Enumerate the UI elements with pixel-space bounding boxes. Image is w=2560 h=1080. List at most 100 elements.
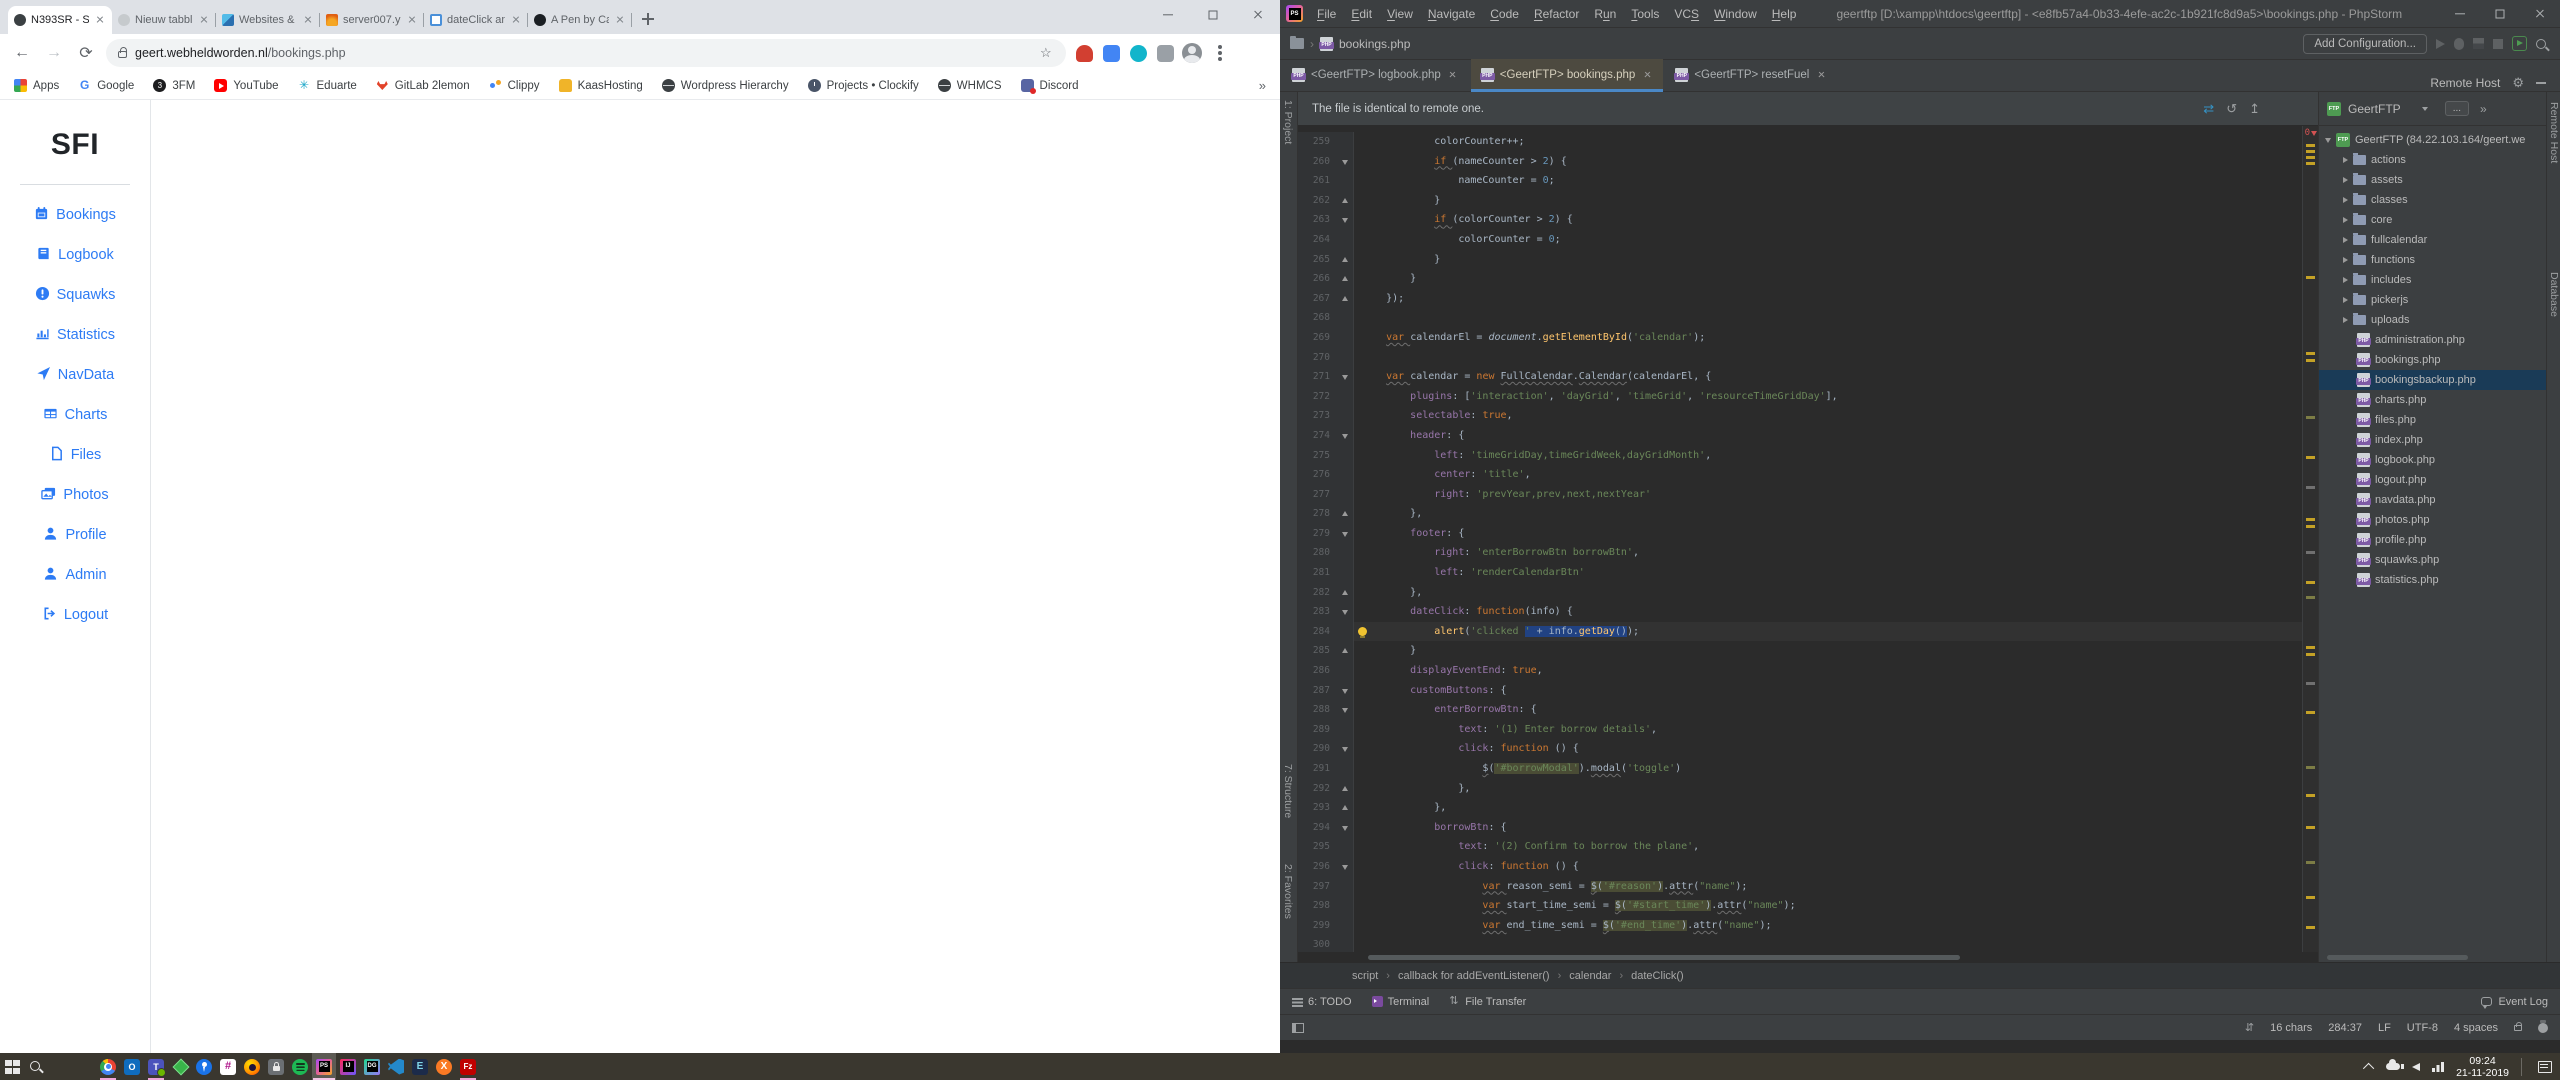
tree-file[interactable]: profile.php — [2319, 530, 2546, 550]
collapsed-arrow-icon[interactable] — [2343, 297, 2348, 303]
stripe-mark[interactable] — [2306, 646, 2315, 649]
bookmark-item[interactable]: YouTube — [214, 79, 278, 92]
breadcrumb-item[interactable]: callback for addEventListener() — [1398, 970, 1550, 982]
line-number[interactable]: 299 — [1298, 916, 1338, 936]
volume-icon[interactable] — [2412, 1063, 2420, 1071]
breadcrumb-item[interactable]: dateClick() — [1631, 970, 1684, 982]
tree-folder[interactable]: includes — [2319, 270, 2546, 290]
stripe-mark[interactable] — [2306, 456, 2315, 459]
menu-code[interactable]: Code — [1483, 7, 1526, 21]
fold-marker-icon[interactable] — [1338, 818, 1354, 838]
fold-marker-icon[interactable] — [1338, 739, 1354, 759]
line-number[interactable]: 290 — [1298, 739, 1338, 759]
search-taskbar-icon[interactable] — [24, 1053, 48, 1080]
tab-close-icon[interactable] — [94, 14, 106, 26]
code-line[interactable]: 260 if (nameCounter > 2) { — [1298, 152, 2302, 172]
status-item[interactable]: 4 spaces — [2454, 1022, 2498, 1034]
bookmark-item[interactable]: GGoogle — [78, 79, 134, 92]
line-number[interactable]: 282 — [1298, 583, 1338, 603]
upload-icon[interactable]: ↥ — [2249, 101, 2260, 117]
code-line[interactable]: 266 } — [1298, 269, 2302, 289]
debug-button[interactable] — [2454, 38, 2464, 50]
stripe-mark[interactable] — [2306, 156, 2315, 159]
chrome-taskbar-icon[interactable] — [96, 1053, 120, 1080]
status-item[interactable]: UTF-8 — [2407, 1022, 2438, 1034]
code-line[interactable]: 280 right: 'enterBorrowBtn borrowBtn', — [1298, 543, 2302, 563]
status-item[interactable]: 284:37 — [2328, 1022, 2362, 1034]
bookmark-item[interactable]: ✳Eduarte — [298, 79, 357, 92]
tree-file[interactable]: photos.php — [2319, 510, 2546, 530]
tab-close-icon[interactable] — [406, 14, 418, 26]
stripe-mark[interactable] — [2306, 525, 2315, 528]
fold-marker-icon[interactable] — [1338, 524, 1354, 544]
stripe-mark[interactable] — [2306, 896, 2315, 899]
tool-button-terminal[interactable]: Terminal — [1372, 996, 1430, 1008]
line-number[interactable]: 298 — [1298, 896, 1338, 916]
status-item[interactable]: LF — [2378, 1022, 2391, 1034]
slack-taskbar-icon[interactable]: # — [216, 1053, 240, 1080]
tree-root[interactable]: FTPGeertFTP (84.22.103.164/geert.we — [2319, 130, 2546, 150]
stop-button[interactable] — [2493, 39, 2503, 49]
new-tab-button[interactable] — [636, 7, 660, 31]
menu-vcs[interactable]: VCS — [1667, 7, 1706, 21]
hector-inspector-icon[interactable] — [2538, 1023, 2548, 1033]
tree-folder[interactable]: classes — [2319, 190, 2546, 210]
tab-close-icon[interactable] — [510, 14, 522, 26]
tray-chevron-icon[interactable] — [2363, 1062, 2374, 1073]
tree-file[interactable]: index.php — [2319, 430, 2546, 450]
address-bar[interactable]: geert.webheldworden.nl/bookings.php ☆ — [106, 39, 1066, 67]
line-number[interactable]: 280 — [1298, 543, 1338, 563]
stripe-mark[interactable] — [2306, 416, 2315, 419]
bookmark-item[interactable]: Clippy — [489, 79, 540, 92]
code-line[interactable]: 265 } — [1298, 250, 2302, 270]
bookmark-star-icon[interactable]: ☆ — [1040, 46, 1054, 60]
outlook-taskbar-icon[interactable]: O — [120, 1053, 144, 1080]
navbar-file[interactable]: bookings.php — [1339, 37, 1410, 51]
code-line[interactable]: 291 $('#borrowModal').modal('toggle') — [1298, 759, 2302, 779]
line-number[interactable]: 292 — [1298, 779, 1338, 799]
line-number[interactable]: 293 — [1298, 798, 1338, 818]
collapsed-arrow-icon[interactable] — [2343, 317, 2348, 323]
code-line[interactable]: 279 footer: { — [1298, 524, 2302, 544]
event-log-button[interactable]: Event Log — [2481, 996, 2548, 1008]
code-line[interactable]: 299 var end_time_semi = $('#end_time').a… — [1298, 916, 2302, 936]
fold-marker-icon[interactable] — [1338, 426, 1354, 446]
code-line[interactable]: 273 selectable: true, — [1298, 406, 2302, 426]
tray-clock[interactable]: 09:24 21-11-2019 — [2456, 1055, 2509, 1079]
code-line[interactable]: 275 left: 'timeGridDay,timeGridWeek,dayG… — [1298, 446, 2302, 466]
tree-hscroll-thumb[interactable] — [2327, 955, 2468, 960]
menu-edit[interactable]: Edit — [1344, 7, 1379, 21]
line-number[interactable]: 294 — [1298, 818, 1338, 838]
menu-navigate[interactable]: Navigate — [1421, 7, 1482, 21]
tree-file[interactable]: bookingsbackup.php — [2319, 370, 2546, 390]
start-taskbar-icon[interactable] — [0, 1053, 24, 1080]
line-number[interactable]: 300 — [1298, 935, 1338, 952]
reload-button[interactable]: ⟳ — [74, 43, 98, 63]
tool-tab-database[interactable]: Database — [2548, 272, 2560, 317]
line-number[interactable]: 273 — [1298, 406, 1338, 426]
spotify-taskbar-icon[interactable] — [288, 1053, 312, 1080]
line-number[interactable]: 266 — [1298, 269, 1338, 289]
forward-button[interactable]: → — [42, 44, 66, 62]
editor-tab-close-icon[interactable] — [1641, 69, 1653, 81]
stripe-mark[interactable] — [2306, 581, 2315, 584]
code-line[interactable]: 285 } — [1298, 641, 2302, 661]
blue-extension-icon[interactable] — [1103, 45, 1120, 62]
chevron-down-icon[interactable] — [2422, 107, 2428, 111]
hscroll-thumb[interactable] — [1368, 955, 1960, 960]
line-number[interactable]: 274 — [1298, 426, 1338, 446]
code-line[interactable]: 297 var reason_semi = $('#reason').attr(… — [1298, 877, 2302, 897]
tree-folder[interactable]: actions — [2319, 150, 2546, 170]
ide-close-button[interactable] — [2520, 0, 2560, 28]
line-number[interactable]: 277 — [1298, 485, 1338, 505]
line-number[interactable]: 261 — [1298, 171, 1338, 191]
editor-tab-close-icon[interactable] — [1815, 69, 1827, 81]
bookmark-item[interactable]: Projects • Clockify — [808, 79, 919, 92]
bookmark-item[interactable]: KaasHosting — [559, 79, 643, 92]
browser-tab[interactable]: dateClick and selec — [424, 6, 528, 34]
collapsed-arrow-icon[interactable] — [2343, 237, 2348, 243]
code-line[interactable]: 296 click: function () { — [1298, 857, 2302, 877]
tool-button-transfer[interactable]: File Transfer — [1449, 996, 1526, 1008]
datagrip-taskbar-icon[interactable] — [360, 1053, 384, 1080]
expanded-arrow-icon[interactable] — [2325, 138, 2331, 143]
